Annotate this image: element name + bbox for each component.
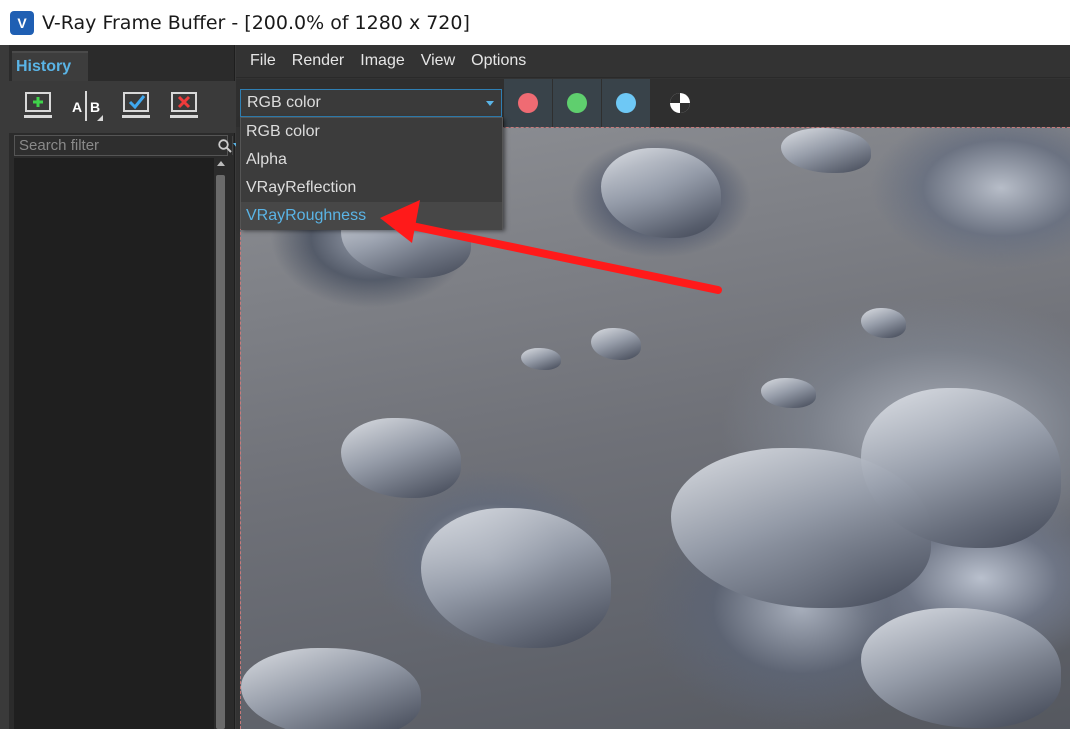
monochrome-icon <box>670 93 690 113</box>
scroll-up-arrow-icon[interactable] <box>217 161 225 166</box>
render-channel-value: RGB color <box>247 94 321 111</box>
history-panel: History A B <box>9 45 241 729</box>
title-bar: V V-Ray Frame Buffer - [200.0% of 1280 x… <box>0 0 1070 45</box>
tab-history-label: History <box>16 58 72 75</box>
menu-view[interactable]: View <box>413 52 463 70</box>
dropdown-option-rgb-color[interactable]: RGB color <box>241 118 502 146</box>
ab-a-label: A <box>72 99 82 115</box>
load-from-history-icon <box>122 92 150 118</box>
ab-compare-button[interactable]: A B <box>69 89 103 123</box>
dropdown-option-vrayreflection[interactable]: VRayReflection <box>241 174 502 202</box>
menu-options[interactable]: Options <box>463 52 534 70</box>
history-scrollbar[interactable] <box>214 158 228 729</box>
dropdown-option-vrayroughness[interactable]: VRayRoughness <box>241 202 502 230</box>
monochrome-button[interactable] <box>656 79 704 127</box>
vray-logo-icon: V <box>10 10 34 35</box>
clear-history-button[interactable] <box>167 89 201 123</box>
dropdown-option-alpha[interactable]: Alpha <box>241 146 502 174</box>
menu-render[interactable]: Render <box>284 52 352 70</box>
green-channel-button[interactable] <box>553 79 601 127</box>
clear-history-icon <box>170 92 198 118</box>
render-channel-dropdown: RGB color Alpha VRayReflection VRayRough… <box>240 117 503 230</box>
menu-bar: File Render Image View Options <box>236 45 1070 78</box>
search-filter-box <box>14 135 241 156</box>
scrollbar-thumb[interactable] <box>216 175 225 729</box>
search-filter-input[interactable] <box>15 137 218 154</box>
blue-dot-icon <box>616 93 636 113</box>
save-to-history-icon <box>24 92 52 118</box>
history-toolbar: A B <box>9 81 235 133</box>
red-channel-button[interactable] <box>504 79 552 127</box>
blue-channel-button[interactable] <box>602 79 650 127</box>
render-channel-select[interactable]: RGB color <box>240 89 502 117</box>
frame-buffer-window: History A B Search filter File Render Im… <box>0 45 1070 729</box>
ab-compare-icon: A B <box>72 91 103 121</box>
green-dot-icon <box>567 93 587 113</box>
red-dot-icon <box>518 93 538 113</box>
window-title: V-Ray Frame Buffer - [200.0% of 1280 x 7… <box>42 11 470 34</box>
history-list[interactable] <box>14 158 214 729</box>
menu-file[interactable]: File <box>242 52 284 70</box>
tab-history[interactable]: History <box>12 51 88 81</box>
menu-image[interactable]: Image <box>352 52 412 70</box>
search-icon[interactable] <box>218 136 232 155</box>
ab-b-label: B <box>90 99 100 115</box>
chevron-down-icon <box>486 101 494 106</box>
save-to-history-button[interactable] <box>21 89 55 123</box>
vray-logo-letter: V <box>17 14 27 31</box>
load-from-history-button[interactable] <box>119 89 153 123</box>
